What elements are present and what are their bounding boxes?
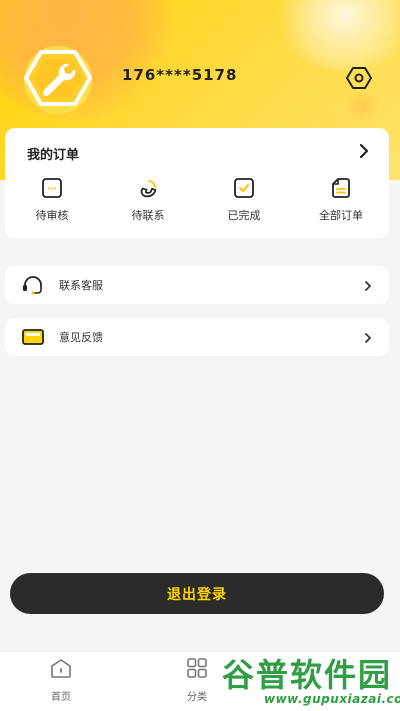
home-icon (51, 659, 71, 678)
feedback-row[interactable]: 意见反馈 (5, 318, 389, 356)
checkbox-icon (234, 178, 254, 198)
logout-button[interactable]: 退出登录 (10, 573, 384, 614)
wrench-icon (24, 46, 92, 114)
header-decoration (340, 92, 384, 120)
document-icon (332, 178, 350, 198)
envelope-icon (21, 327, 45, 347)
watermark-url: www.gupuxiazai.com (264, 692, 400, 706)
order-label: 待联系 (131, 209, 165, 222)
customer-service-label: 联系客服 (59, 279, 103, 292)
gear-icon (346, 67, 372, 89)
order-label: 待审核 (35, 209, 69, 222)
order-label: 全部订单 (319, 209, 363, 222)
user-phone: 176****5178 (122, 66, 238, 84)
chevron-right-icon (363, 330, 373, 344)
pending-review-icon (42, 178, 62, 198)
orders-more-button[interactable] (357, 142, 371, 160)
order-pending-contact[interactable]: 待联系 (108, 176, 188, 223)
tab-label: 首页 (51, 692, 71, 703)
grid-icon (187, 658, 207, 678)
orders-card: 我的订单 待审核 待联系 已完成 全部订单 (5, 128, 389, 238)
order-label: 已完成 (227, 209, 261, 222)
orders-title: 我的订单 (27, 148, 80, 163)
settings-button[interactable] (346, 66, 372, 90)
header-decoration (270, 0, 400, 70)
headset-icon (21, 275, 45, 295)
feedback-label: 意见反馈 (59, 331, 103, 344)
site-watermark: 谷普软件园 www.gupuxiazai.com (218, 648, 400, 711)
avatar[interactable] (16, 40, 100, 116)
tab-home[interactable]: 首页 (21, 656, 101, 703)
order-all[interactable]: 全部订单 (301, 176, 381, 223)
phone-icon (140, 180, 157, 198)
customer-service-row[interactable]: 联系客服 (5, 266, 389, 304)
order-completed[interactable]: 已完成 (204, 176, 284, 223)
chevron-right-icon (363, 278, 373, 292)
chevron-right-icon (359, 143, 369, 159)
watermark-text: 谷普软件园 (222, 656, 393, 694)
order-pending-review[interactable]: 待审核 (12, 176, 92, 223)
